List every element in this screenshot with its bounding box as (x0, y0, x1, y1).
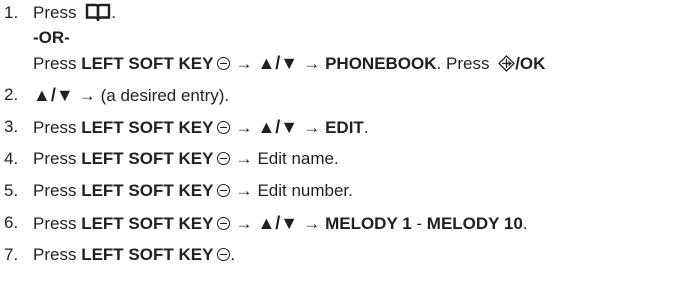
arrow: → (235, 181, 253, 200)
left-soft-key-icon (217, 217, 231, 230)
step-suffix: . (111, 3, 116, 22)
menu-item: EDIT (325, 118, 364, 137)
arrow: → (303, 214, 321, 233)
step-text: (a desired entry). (100, 86, 230, 105)
step-1: 1. Press . (0, 1, 688, 25)
press-text: Press (33, 149, 77, 168)
left-soft-key-icon (217, 248, 231, 261)
navigation-key-icon (498, 55, 516, 72)
arrow: → (78, 86, 96, 105)
phonebook-book-icon (86, 3, 111, 21)
up-down-keys: ▲/▼ (257, 53, 299, 73)
left-soft-key-icon (217, 57, 231, 70)
soft-key-label: LEFT SOFT KEY (81, 149, 214, 168)
up-down-keys: ▲/▼ (257, 117, 299, 137)
press-text: Press (33, 54, 77, 73)
or-separator: -OR- (33, 28, 70, 47)
arrow: → (235, 118, 253, 137)
arrow: → (235, 214, 253, 233)
soft-key-label: LEFT SOFT KEY (81, 181, 214, 200)
step-text: Edit name. (257, 149, 339, 168)
ok-label: /OK (515, 54, 546, 73)
step-6: 6. Press LEFT SOFT KEY → ▲/▼ → MELODY 1 - ME… (0, 211, 688, 235)
arrow: → (235, 149, 253, 168)
tail-text: . (363, 118, 369, 137)
step-4: 4. Press LEFT SOFT KEY → Edit name. (0, 147, 688, 171)
tail-text: . Press (436, 54, 490, 73)
step-5: 5. Press LEFT SOFT KEY → Edit number. (0, 179, 688, 203)
step-7: 7. Press LEFT SOFT KEY. (0, 243, 688, 267)
tail-text: . (522, 214, 528, 233)
up-down-keys: ▲/▼ (33, 85, 74, 105)
press-text: Press (33, 3, 77, 22)
soft-key-label: LEFT SOFT KEY (81, 118, 214, 137)
left-soft-key-icon (217, 121, 231, 134)
soft-key-label: LEFT SOFT KEY (81, 214, 214, 233)
left-soft-key-icon (217, 184, 231, 197)
press-text: Press (33, 214, 77, 233)
step-1-alternate: Press LEFT SOFT KEY → ▲/▼ → PHONEBOOK. Press… (0, 51, 688, 75)
step-number: 5. (4, 181, 19, 200)
step-text: Edit number. (257, 181, 353, 200)
step-number: 1. (4, 3, 19, 22)
up-down-keys: ▲/▼ (257, 213, 299, 233)
soft-key-label: LEFT SOFT KEY (81, 54, 214, 73)
left-soft-key-icon (217, 152, 231, 165)
step-3: 3. Press LEFT SOFT KEY → ▲/▼ → EDIT. (0, 115, 688, 139)
soft-key-label: LEFT SOFT KEY (81, 245, 214, 264)
arrow: → (235, 54, 253, 73)
or-separator-line: -OR- (0, 26, 688, 50)
step-number: 6. (4, 213, 19, 232)
range-dash: - (411, 214, 427, 233)
step-2: 2. ▲/▼ → (a desired entry). (0, 83, 688, 107)
menu-item-start: MELODY 1 (325, 214, 412, 233)
press-text: Press (33, 245, 77, 264)
step-number: 7. (4, 245, 19, 264)
arrow: → (303, 118, 321, 137)
menu-item-end: MELODY 10 (426, 214, 523, 233)
menu-item: PHONEBOOK (325, 54, 437, 73)
tail-text: . (230, 245, 236, 264)
step-number: 3. (4, 117, 19, 136)
arrow: → (303, 54, 321, 73)
press-text: Press (33, 181, 77, 200)
step-number: 4. (4, 149, 19, 168)
press-text: Press (33, 118, 77, 137)
step-number: 2. (4, 85, 19, 104)
